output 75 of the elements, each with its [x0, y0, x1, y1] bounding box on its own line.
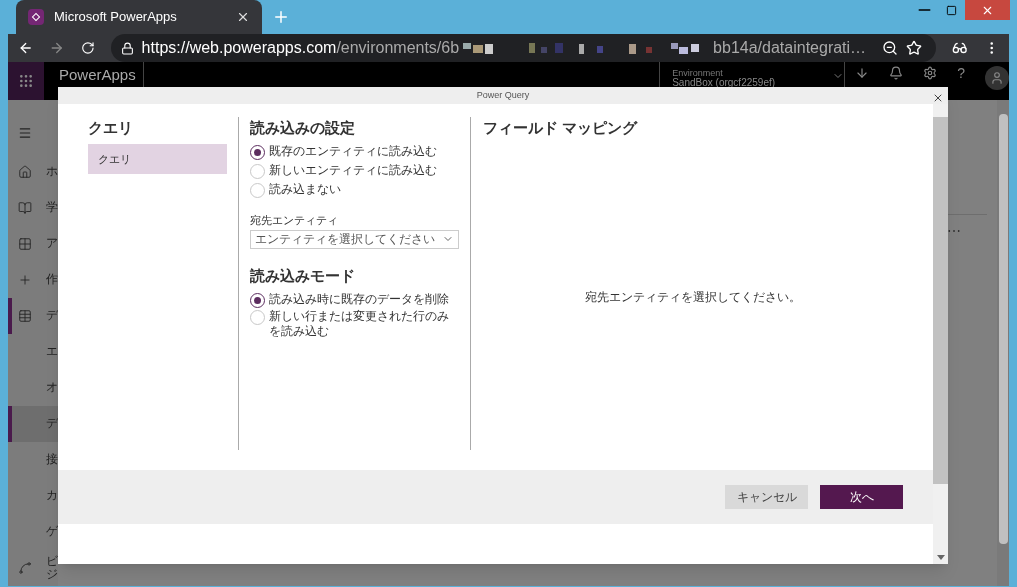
- sidebar-item[interactable]: オ: [8, 370, 58, 406]
- radio-label: 読み込み時に既存のデータを削除: [269, 291, 450, 307]
- sidebar-icon: [18, 273, 32, 287]
- sidebar-item[interactable]: カ: [8, 478, 58, 514]
- sidebar-item[interactable]: 学: [8, 190, 58, 226]
- sidebar-item[interactable]: ア: [8, 226, 58, 262]
- sidebar-item[interactable]: ビジ: [8, 550, 58, 586]
- sidebar-label: 作: [46, 273, 58, 287]
- sidebar-label: ア: [46, 237, 58, 251]
- scroll-down-arrow-icon[interactable]: [936, 555, 945, 560]
- scrollbar-thumb[interactable]: [933, 117, 948, 484]
- app-title: PowerApps: [59, 66, 137, 84]
- sidebar-label: 接: [46, 453, 58, 467]
- sidebar-item[interactable]: ゲ: [8, 514, 58, 550]
- settings-icon[interactable]: [923, 66, 938, 80]
- environment-label: Environment: [672, 68, 724, 78]
- scrollbar-thumb[interactable]: [998, 114, 1008, 544]
- environment-name: SandBox (orgcf2259ef): [672, 78, 777, 88]
- reload-icon[interactable]: [80, 40, 95, 56]
- cancel-button[interactable]: キャンセル: [725, 485, 808, 509]
- sidebar-item[interactable]: デ: [8, 406, 58, 442]
- close-icon[interactable]: [236, 10, 250, 24]
- radio-label: 新しい行または変更された行のみを読み込む: [269, 308, 450, 339]
- sidebar-label: ホ: [46, 165, 58, 179]
- url-tail: bb14a/dataintegrati…: [713, 38, 867, 58]
- zoom-icon[interactable]: [882, 40, 899, 56]
- sidebar-item[interactable]: デ: [8, 298, 58, 334]
- grid-icon: [18, 73, 34, 89]
- sidebar-icon: [18, 237, 32, 251]
- dialog-title: Power Query: [476, 88, 530, 102]
- sidebar-item[interactable]: 接: [8, 442, 58, 478]
- radio-label: 読み込まない: [269, 182, 342, 197]
- notification-icon[interactable]: [889, 66, 904, 80]
- sidebar-item[interactable]: ホ: [8, 154, 58, 190]
- sidebar-label: デ: [46, 417, 58, 431]
- radio-button[interactable]: [250, 292, 265, 308]
- empty-message: 宛先エンティティを選択してください。: [585, 289, 801, 306]
- tab-title: Microsoft PowerApps: [54, 8, 178, 27]
- app-logo-icon: [28, 9, 44, 25]
- sidebar-label: カ: [46, 489, 58, 503]
- entity-dropdown[interactable]: エンティティを選択してください: [250, 229, 459, 249]
- sidebar-label: オ: [46, 381, 58, 395]
- url-path: /environments/6b: [336, 38, 460, 58]
- radio-button[interactable]: [250, 145, 265, 160]
- sidebar-label: ビジ: [46, 554, 58, 582]
- sidebar-item[interactable]: 作: [8, 262, 58, 298]
- section-heading: 読み込みの設定: [250, 118, 356, 138]
- sidebar-icon: [18, 561, 32, 575]
- sidebar-icon: [18, 165, 32, 179]
- avatar-icon[interactable]: [985, 66, 1009, 90]
- close-icon[interactable]: [932, 92, 944, 104]
- next-button[interactable]: 次へ: [820, 485, 903, 509]
- sidebar-item[interactable]: エ: [8, 334, 58, 370]
- lock-icon: [120, 41, 134, 55]
- more-button[interactable]: ⋯: [947, 221, 997, 242]
- help-button[interactable]: ?: [957, 66, 965, 80]
- section-heading: クエリ: [88, 118, 134, 138]
- app-launcher-button[interactable]: [8, 62, 44, 100]
- bookmark-star-icon[interactable]: [906, 40, 923, 56]
- section-heading: 読み込みモード: [250, 265, 356, 286]
- sidebar-icon: [18, 309, 32, 323]
- radio-label: 新しいエンティティに読み込む: [269, 163, 438, 178]
- sidebar-label: ゲ: [46, 525, 58, 539]
- address-bar[interactable]: https://web.powerapps.com/environments/6b bb14a/dataintegrati…: [110, 34, 937, 62]
- radio-label: 既存のエンティティに読み込む: [269, 144, 438, 159]
- field-label: 宛先エンティティ: [250, 213, 339, 228]
- section-heading: フィールド マッピング: [483, 118, 639, 138]
- sidebar-label: エ: [46, 345, 58, 359]
- sidebar-label: デ: [46, 309, 58, 323]
- query-item[interactable]: クエリ: [88, 144, 227, 174]
- sidebar-icon: [18, 201, 32, 215]
- url-host: https://web.powerapps.com: [141, 38, 337, 58]
- browser-tab[interactable]: Microsoft PowerApps: [16, 0, 262, 34]
- sidebar-label: 学: [46, 201, 58, 215]
- entity-dropdown-input[interactable]: エンティティを選択してください: [255, 230, 438, 248]
